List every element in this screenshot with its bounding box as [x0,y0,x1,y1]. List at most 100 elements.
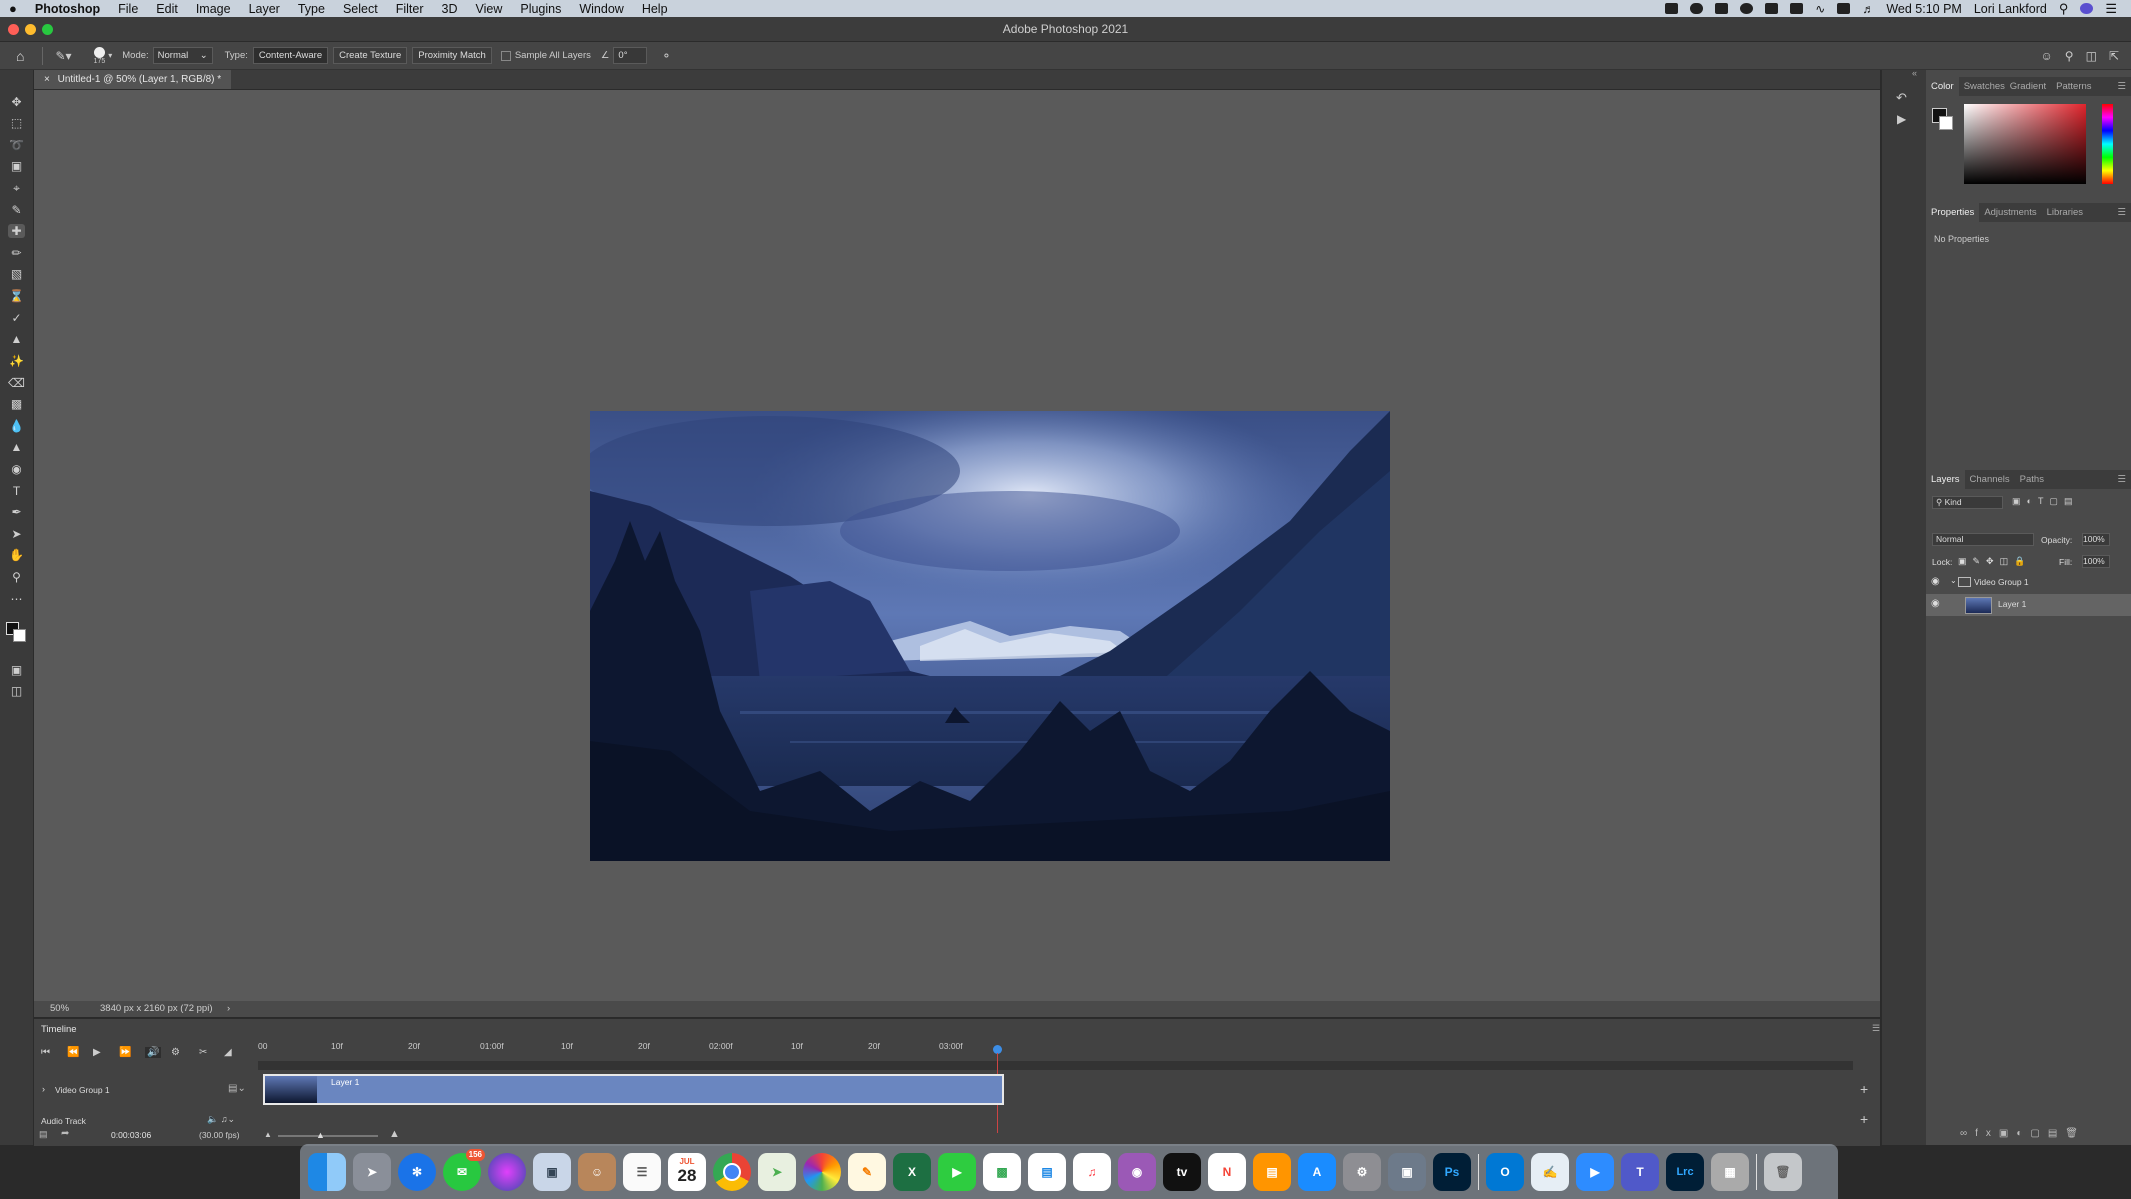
document-tab[interactable]: × Untitled-1 @ 50% (Layer 1, RGB/8) * [34,70,232,89]
menu-file[interactable]: File [109,2,147,16]
control-center-icon[interactable]: ☰ [2105,1,2117,17]
layer-filter-icons[interactable]: ▣◐T▢▤ [2012,496,2078,507]
menu-type[interactable]: Type [289,2,334,16]
apple-tv-icon[interactable]: tv [1163,1152,1201,1191]
home-icon[interactable]: ⌂ [16,48,24,64]
first-frame-icon[interactable]: ⏮ [41,1047,50,1058]
blend-mode-select[interactable]: Normal [1932,533,2034,546]
zoom-in-icon[interactable]: ▲ [389,1128,400,1140]
tab-swatches[interactable]: Swatches [1959,77,2005,96]
create-texture-button[interactable]: Create Texture [333,47,408,64]
tab-channels[interactable]: Channels [1965,470,2015,489]
outlook-icon[interactable]: O [1486,1152,1524,1191]
chevron-down-icon[interactable]: ▾ [108,51,112,60]
menu-plugins[interactable]: Plugins [511,2,570,16]
trash-icon[interactable]: 🗑 [1764,1152,1802,1191]
history-brush-tool-icon[interactable]: ✓ [8,311,25,325]
zoom-out-icon[interactable]: ▲ [264,1130,272,1139]
excel-icon[interactable]: X [893,1152,931,1191]
angle-field[interactable]: 0° [613,47,648,64]
creative-cloud-icon[interactable] [1740,3,1754,14]
layer-row-video-group[interactable]: ◉ ⌄ Video Group 1 [1926,572,2131,594]
render-video-icon[interactable]: ➦ [61,1128,69,1139]
apple-menu-icon[interactable]: ● [0,1,26,16]
tab-layers[interactable]: Layers [1926,470,1965,489]
layer-filter-select[interactable]: ⚲ Kind [1932,496,2003,509]
eye-icon[interactable]: ◉ [1931,598,1940,609]
color-background-swatch[interactable] [1939,116,1953,130]
dodge-tool-icon[interactable]: ◉ [8,462,25,476]
zoom-level[interactable]: 50% [50,1001,69,1017]
spot-healing-tool-icon[interactable]: ✚ [8,224,25,238]
color-field[interactable] [1964,104,2086,184]
lightroom-classic-icon[interactable]: Lrc [1666,1152,1704,1191]
split-scissors-icon[interactable]: ✂ [199,1047,207,1058]
calculator-icon[interactable]: ▦ [1711,1152,1749,1191]
play-icon[interactable]: ▶ [93,1047,101,1058]
siri-icon[interactable] [2080,3,2094,14]
screen-mode-icon[interactable]: ◫ [8,684,25,698]
art-history-tool-icon[interactable]: ✨ [8,354,25,368]
crop-tool-icon[interactable]: ⌖ [8,181,25,195]
chrome-icon[interactable] [713,1152,751,1191]
mail-icon[interactable] [1790,3,1804,14]
next-frame-icon[interactable]: ⏩ [119,1047,131,1058]
contacts-icon[interactable]: ☺ [578,1152,616,1191]
kindle-icon[interactable]: ✍ [1531,1152,1569,1191]
more-tools-icon[interactable]: ⋯ [8,592,25,606]
reminders-icon[interactable]: ☰ [623,1152,661,1191]
tab-gradient[interactable]: Gradient [2005,77,2051,96]
hue-slider[interactable] [2102,104,2113,184]
fill-field[interactable]: 100% [2082,555,2110,568]
chevron-right-icon[interactable]: › [227,1001,230,1017]
object-select-tool-icon[interactable]: ▣ [8,159,25,173]
facetime-icon[interactable]: ▶ [938,1152,976,1191]
panel-menu-icon[interactable]: ☰ [2112,203,2131,222]
content-aware-button[interactable]: Content-Aware [252,47,329,64]
pencil-app-icon[interactable]: ✎ [848,1152,886,1191]
add-media-icon[interactable]: + [1860,1081,1868,1097]
screen-sharing-icon[interactable]: ▣ [1388,1152,1426,1191]
sharpen-tool-icon[interactable]: ▲ [8,440,25,454]
zoom-slider-thumb[interactable]: ▲ [316,1130,325,1140]
tab-patterns[interactable]: Patterns [2051,77,2096,96]
menu-image[interactable]: Image [187,2,240,16]
chevron-down-icon[interactable]: ⌄ [1950,576,1957,585]
menu-select[interactable]: Select [334,2,387,16]
eyedropper-tool-icon[interactable]: ✎ [8,203,25,217]
actions-panel-icon[interactable]: ▶ [1897,112,1906,126]
workspace-icon[interactable]: ◫ [2086,49,2097,63]
lock-icons[interactable]: ▣✎✥◫🔒 [1958,556,2031,567]
add-audio-icon[interactable]: + [1860,1111,1868,1127]
close-icon[interactable]: × [44,74,50,85]
work-area-bar[interactable] [258,1061,1853,1070]
tab-color[interactable]: Color [1926,77,1959,96]
tab-paths[interactable]: Paths [2015,470,2049,489]
settings-icon[interactable]: ⚙ [171,1047,180,1058]
messages-icon[interactable]: ✉ 156 [443,1148,485,1191]
audio-volume-icon[interactable]: 🔈 ♫⌄ [207,1114,235,1125]
audio-toggle-icon[interactable]: 🔊 [145,1047,162,1058]
background-color-swatch[interactable] [13,629,26,642]
system-preferences-icon[interactable]: ⚙ [1343,1152,1381,1191]
finder-icon[interactable] [308,1152,346,1191]
brush-size-picker[interactable]: 175 [94,46,105,65]
clone-stamp-tool-icon[interactable]: ▧ [8,267,25,281]
layer-row-layer-1[interactable]: ◉ Layer 1 [1926,594,2131,616]
siri-icon[interactable] [488,1152,526,1191]
spotlight-search-icon[interactable]: ⚲ [2059,1,2069,17]
tab-properties[interactable]: Properties [1926,203,1980,222]
marquee-tool-icon[interactable]: ⬚ [8,116,25,130]
eye-icon[interactable]: ◉ [1931,576,1940,587]
zoom-window-button[interactable] [42,24,53,35]
zoom-icon[interactable]: ▶ [1576,1152,1614,1191]
pen-tool-icon[interactable]: ✒ [8,505,25,519]
share-user-icon[interactable]: ☺ [2041,49,2053,63]
collapse-panels-icon[interactable]: « [1912,68,1917,78]
keynote-icon[interactable]: ▤ [1028,1152,1066,1191]
numbers-icon[interactable]: ▩ [983,1152,1021,1191]
transition-icon[interactable]: ◢ [224,1047,232,1058]
prev-frame-icon[interactable]: ⏪ [67,1047,79,1058]
timeline-zoom-slider[interactable]: ▲ [278,1130,378,1140]
display-icon[interactable] [1837,3,1851,14]
